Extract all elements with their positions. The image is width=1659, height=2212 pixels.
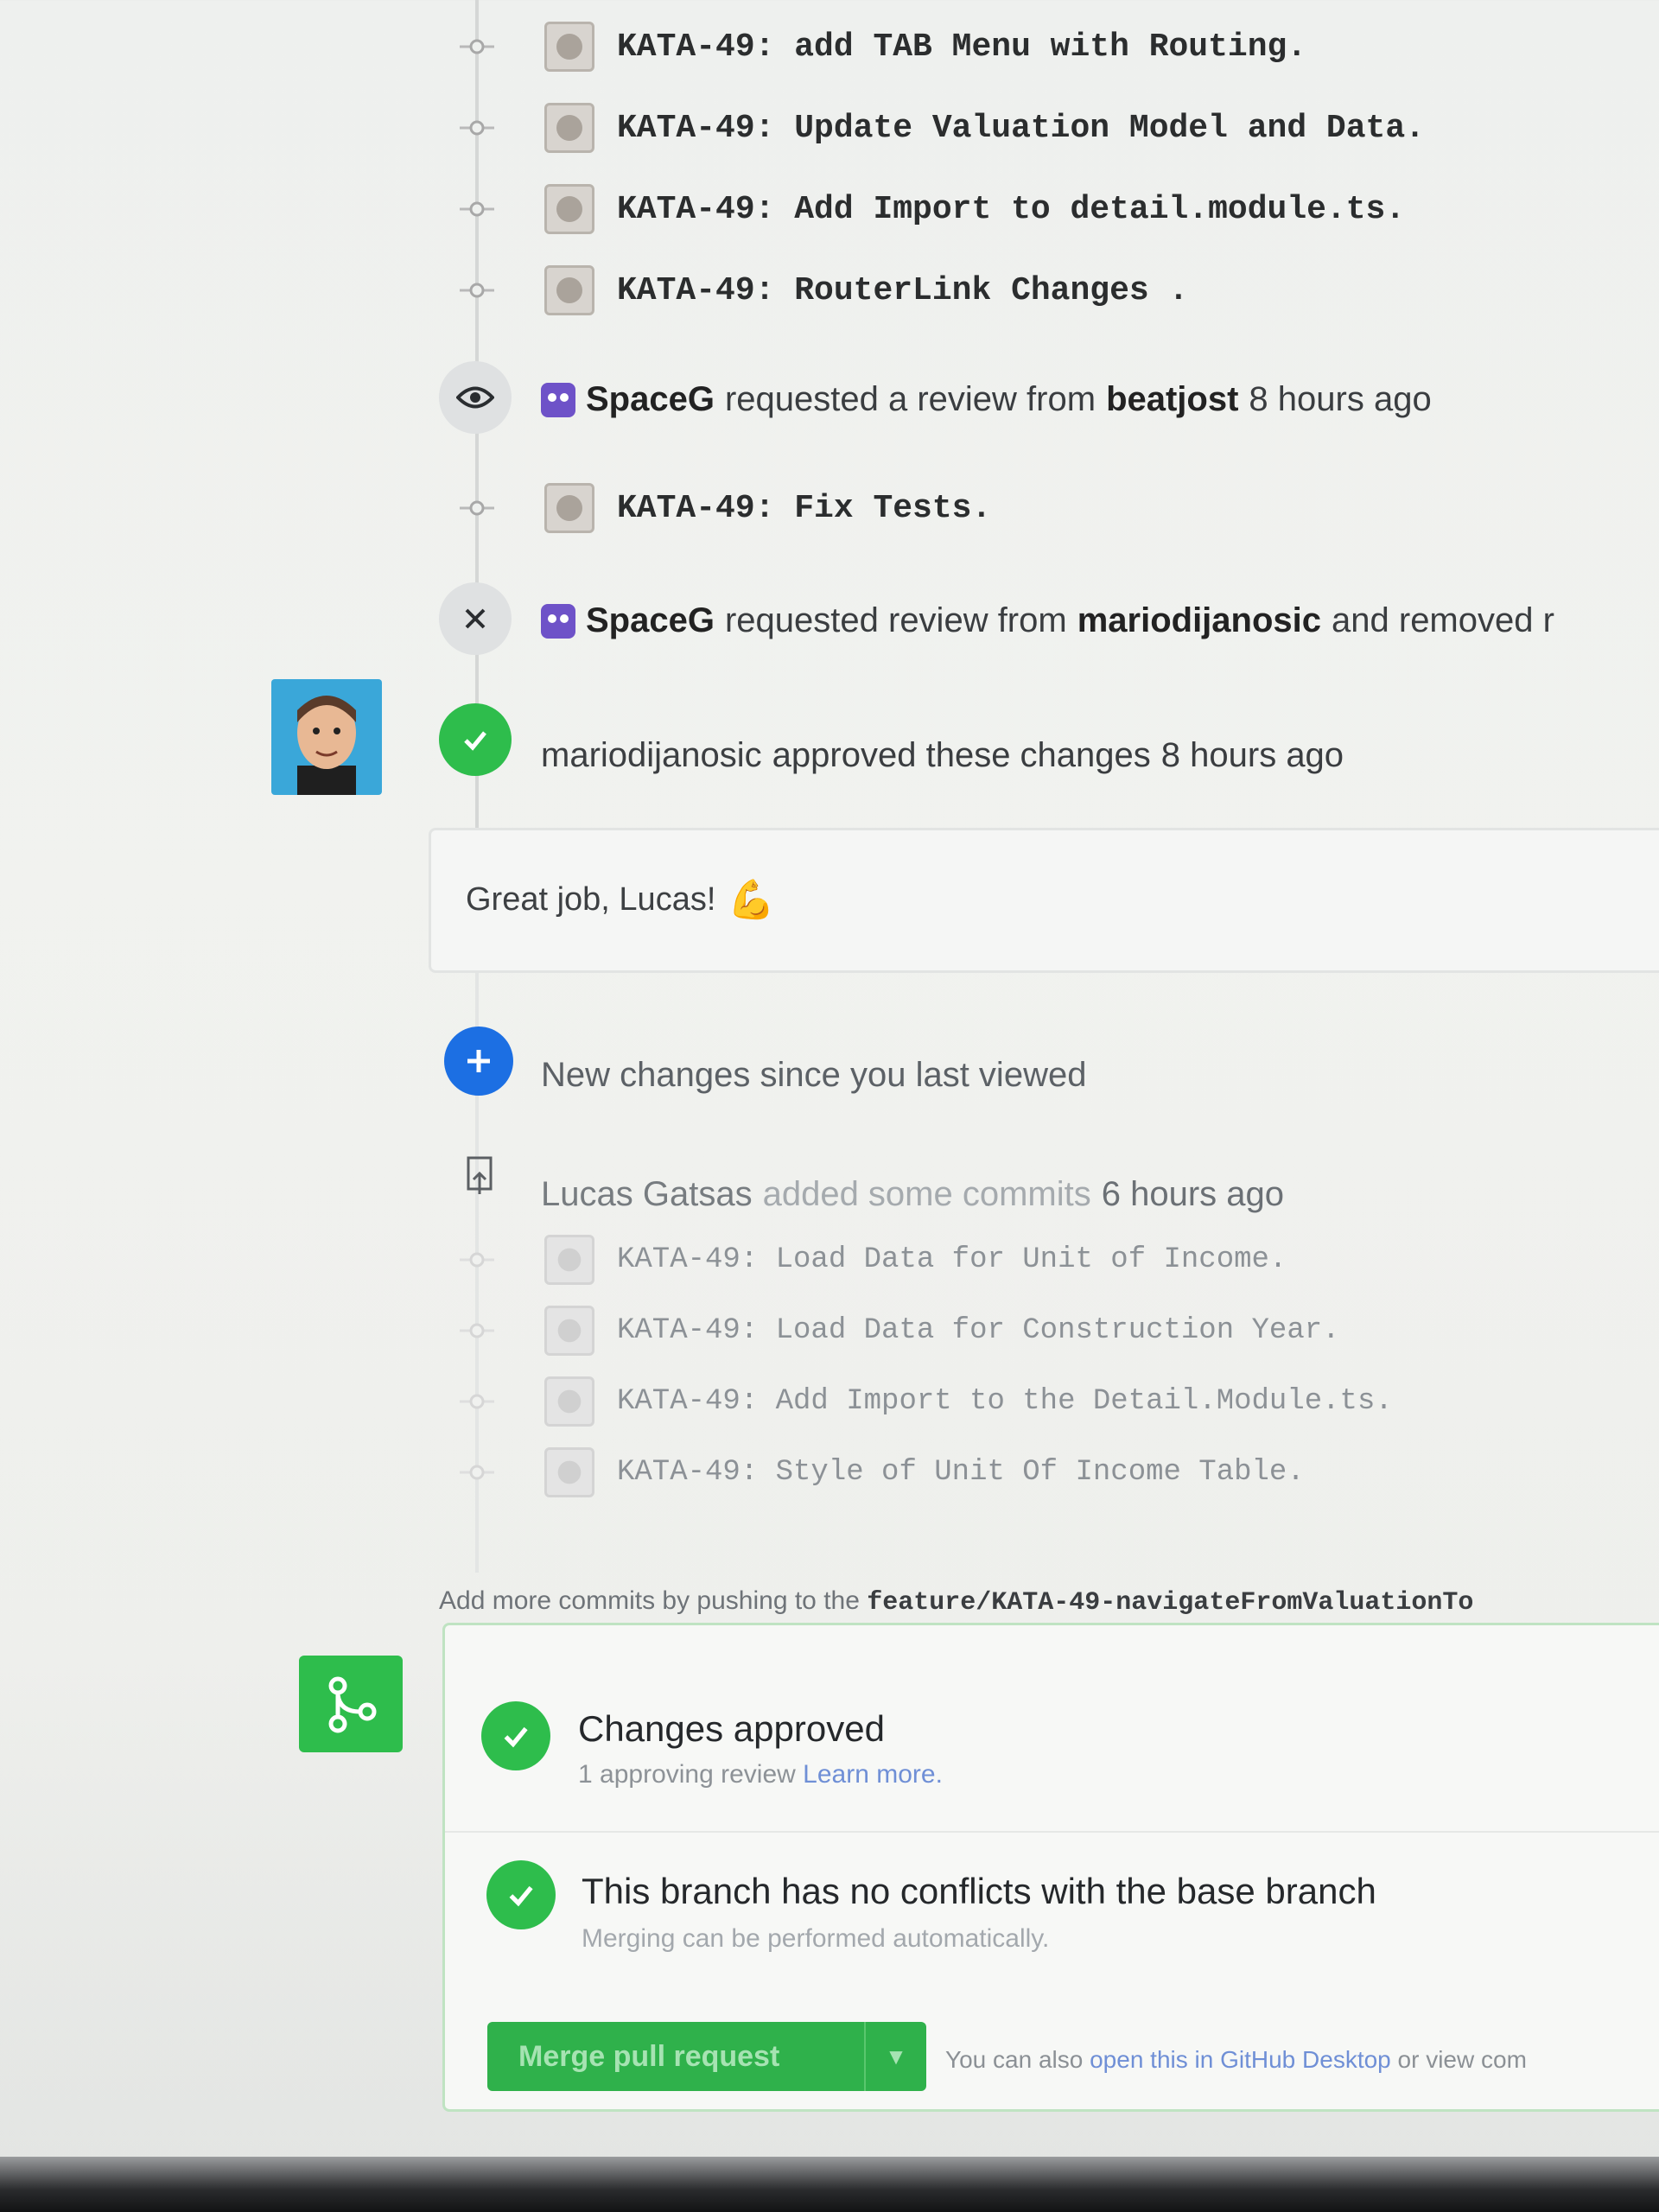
changes-approved-title: Changes approved: [578, 1708, 885, 1749]
eye-icon: [439, 361, 512, 434]
commit-dot-icon: [449, 499, 505, 517]
approvals-divider: [445, 1831, 1659, 1833]
commit-row[interactable]: KATA-49: Add Import to detail.module.ts.: [449, 175, 1659, 244]
author-link[interactable]: Lucas Gatsas: [541, 1175, 753, 1214]
commit-row[interactable]: KATA-49: Load Data for Construction Year…: [449, 1296, 1659, 1365]
commit-row[interactable]: KATA-49: Add Import to the Detail.Module…: [449, 1367, 1659, 1436]
commit-dot-icon: [449, 1393, 505, 1410]
push-event: Lucas Gatsas added some commits 6 hours …: [541, 1175, 1284, 1214]
approver-link[interactable]: mariodijanosic: [541, 736, 762, 775]
repo-push-icon: [465, 1156, 496, 1200]
commit-dot-icon: [449, 200, 505, 218]
check-icon: [481, 1701, 550, 1770]
approving-review-count: 1 approving review: [578, 1760, 796, 1789]
review-change-event: SpaceG requested review from mariodijano…: [541, 601, 1554, 640]
event-time[interactable]: 8 hours ago: [1161, 736, 1344, 775]
commit-author-avatar[interactable]: [544, 22, 594, 72]
avatar[interactable]: [271, 679, 382, 795]
commit-row[interactable]: KATA-49: Fix Tests.: [449, 474, 1659, 543]
commit-row[interactable]: KATA-49: Update Valuation Model and Data…: [449, 93, 1659, 162]
commit-message-link[interactable]: KATA-49: Load Data for Construction Year…: [617, 1314, 1340, 1347]
no-conflicts-subtitle: Merging can be performed automatically.: [582, 1924, 1050, 1953]
commit-author-avatar[interactable]: [544, 1447, 594, 1497]
commit-dot-icon: [449, 119, 505, 137]
push-hint: Add more commits by pushing to the featu…: [439, 1586, 1473, 1618]
close-icon: [439, 582, 512, 655]
actor-link[interactable]: SpaceG: [586, 380, 715, 419]
commit-dot-icon: [449, 1251, 505, 1268]
event-text: approved these changes: [772, 736, 1151, 774]
commit-message-link[interactable]: KATA-49: Style of Unit Of Income Table.: [617, 1456, 1305, 1489]
check-icon: [486, 1860, 556, 1929]
no-conflicts-title: This branch has no conflicts with the ba…: [582, 1871, 1376, 1911]
event-text: requested a review from: [724, 380, 1096, 418]
commit-dot-icon: [449, 1464, 505, 1481]
commit-message-link[interactable]: KATA-49: Add Import to detail.module.ts.: [617, 191, 1405, 228]
commit-row[interactable]: KATA-49: Load Data for Unit of Income.: [449, 1225, 1659, 1294]
push-hint-text: Add more commits by pushing to the: [439, 1586, 860, 1615]
commit-author-avatar[interactable]: [544, 184, 594, 234]
commit-author-avatar[interactable]: [544, 1306, 594, 1356]
merge-pull-request-button[interactable]: Merge pull request ▼: [487, 2022, 926, 2091]
event-text-tail: and removed r: [1332, 601, 1554, 639]
commit-message-link[interactable]: KATA-49: Fix Tests.: [617, 490, 991, 527]
event-time[interactable]: 6 hours ago: [1102, 1175, 1284, 1214]
branch-name[interactable]: feature/KATA-49-navigateFromValuationTo: [867, 1588, 1473, 1618]
merge-button-label: Merge pull request: [518, 2039, 780, 2073]
new-changes-label: New changes since you last viewed: [541, 1056, 1087, 1094]
flexed-biceps-icon: 💪: [728, 879, 776, 921]
bot-avatar-icon: [541, 382, 575, 417]
commit-dot-icon: [449, 1322, 505, 1339]
review-request-event: SpaceG requested a review from beatjost …: [541, 380, 1432, 419]
learn-more-link[interactable]: Learn more.: [803, 1760, 943, 1789]
actor-link[interactable]: SpaceG: [586, 601, 715, 640]
commit-row[interactable]: KATA-49: Style of Unit Of Income Table.: [449, 1438, 1659, 1507]
commit-author-avatar[interactable]: [544, 1376, 594, 1427]
commit-message-link[interactable]: KATA-49: Load Data for Unit of Income.: [617, 1243, 1287, 1276]
open-desktop-link[interactable]: open this in GitHub Desktop: [1090, 2046, 1391, 2073]
approval-event: mariodijanosic approved these changes 8 …: [541, 736, 1344, 775]
commit-message-link[interactable]: KATA-49: RouterLink Changes .: [617, 272, 1188, 309]
chevron-down-icon[interactable]: ▼: [864, 2022, 926, 2091]
commit-author-avatar[interactable]: [544, 265, 594, 315]
commit-message-link[interactable]: KATA-49: add TAB Menu with Routing.: [617, 29, 1306, 66]
plus-icon: [444, 1027, 513, 1096]
commit-author-avatar[interactable]: [544, 483, 594, 533]
event-time[interactable]: 8 hours ago: [1249, 380, 1431, 419]
event-text: added some commits: [762, 1175, 1091, 1213]
reviewer-link[interactable]: mariodijanosic: [1077, 601, 1321, 640]
event-text: requested review from: [724, 601, 1067, 639]
merge-alternatives: You can also open this in GitHub Desktop…: [945, 2046, 1527, 2073]
review-comment-text: Great job, Lucas!: [466, 880, 716, 918]
commit-author-avatar[interactable]: [544, 103, 594, 153]
review-comment-box: Great job, Lucas! 💪: [429, 828, 1659, 973]
commit-message-link[interactable]: KATA-49: Add Import to the Detail.Module…: [617, 1385, 1393, 1418]
check-icon: [439, 703, 512, 776]
commit-row[interactable]: KATA-49: add TAB Menu with Routing.: [449, 12, 1659, 81]
screen-bezel: [0, 2157, 1659, 2212]
git-merge-icon: [299, 1656, 403, 1752]
commit-message-link[interactable]: KATA-49: Update Valuation Model and Data…: [617, 110, 1425, 147]
reviewer-link[interactable]: beatjost: [1106, 380, 1238, 419]
commit-dot-icon: [449, 282, 505, 299]
commit-row[interactable]: KATA-49: RouterLink Changes .: [449, 256, 1659, 325]
commit-author-avatar[interactable]: [544, 1235, 594, 1285]
commit-dot-icon: [449, 38, 505, 55]
bot-avatar-icon: [541, 603, 575, 639]
